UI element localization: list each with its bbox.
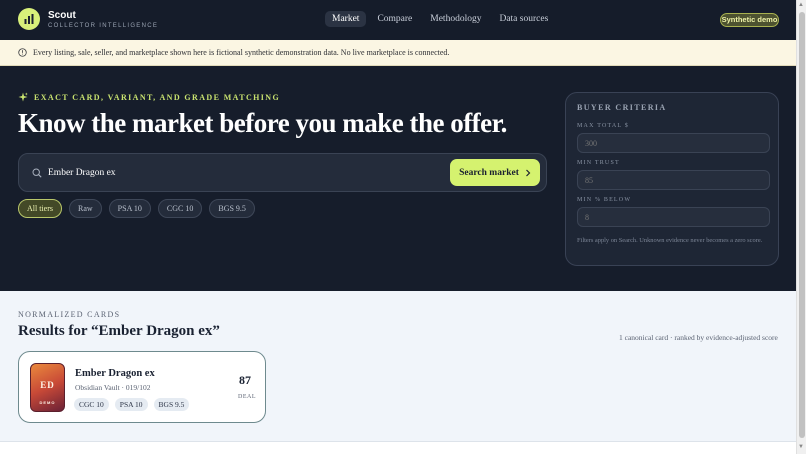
deal-score: 87 [239,373,251,387]
top-navbar: Scout COLLECTOR INTELLIGENCE Market Comp… [0,0,796,40]
min-trust-label: MIN TRUST [577,160,620,166]
chip-psa-10[interactable]: PSA 10 [108,199,151,218]
hero-headline: Know the market before you make the offe… [18,108,507,138]
grade-tier-chips: All tiers Raw PSA 10 CGC 10 BGS 9.5 [18,199,255,218]
buyer-criteria-title: BUYER CRITERIA [577,103,667,112]
demo-notice-banner: Every listing, sale, seller, and marketp… [0,40,796,66]
hero-eyebrow: EXACT CARD, VARIANT, AND GRADE MATCHING [18,92,280,102]
sparkle-icon [18,92,28,102]
bar-chart-icon-glyph [24,14,34,24]
nav-data-sources[interactable]: Data sources [492,11,555,27]
criteria-note: Filters apply on Search. Unknown evidenc… [577,237,763,244]
results-title: Results for “Ember Dragon ex” [18,323,220,339]
search-market-button-label: Search market [459,167,519,178]
min-percent-below-label: MIN % BELOW [577,197,632,203]
chip-all-tiers[interactable]: All tiers [18,199,62,218]
search-market-button[interactable]: Search market [450,159,540,186]
lower-section [0,442,796,454]
chip-raw[interactable]: Raw [69,199,102,218]
chip-cgc-10[interactable]: CGC 10 [157,199,203,218]
grade-tag: PSA 10 [114,398,148,411]
card-name: Ember Dragon ex [75,368,155,379]
chip-bgs-9-5[interactable]: BGS 9.5 [209,199,255,218]
buyer-criteria-panel: BUYER CRITERIA MAX TOTAL $ MIN TRUST MIN… [565,92,779,266]
results-meta: 1 canonical card · ranked by evidence-ad… [619,333,778,342]
search-icon [32,168,42,178]
max-total-input[interactable] [577,133,770,153]
nav-compare[interactable]: Compare [370,11,419,27]
page-scrollbar[interactable]: ▲ ▼ [796,0,806,454]
scrollbar-thumb[interactable] [799,12,805,438]
nav-methodology[interactable]: Methodology [423,11,488,27]
nav-market[interactable]: Market [325,11,367,27]
deal-score-label: DEAL [238,394,256,400]
max-total-label: MAX TOTAL $ [577,123,629,129]
hero-eyebrow-text: EXACT CARD, VARIANT, AND GRADE MATCHING [34,92,281,102]
card-set-info: Obsidian Vault · 019/102 [75,383,151,392]
info-circle-icon [18,48,27,57]
chevron-right-icon [525,169,531,176]
bar-chart-icon[interactable] [18,8,40,30]
scroll-down-arrow-icon[interactable]: ▼ [798,444,804,450]
min-trust-input[interactable] [577,170,770,190]
search-input[interactable] [48,164,438,182]
card-thumbnail-tag: DEMO [39,400,56,405]
min-percent-below-input[interactable] [577,207,770,227]
card-thumbnail: ED DEMO [30,363,65,412]
grade-tag: BGS 9.5 [153,398,190,411]
notice-text: Every listing, sale, seller, and marketp… [33,48,450,57]
brand-name[interactable]: Scout [48,10,76,21]
card-grade-tags: CGC 10 PSA 10 BGS 9.5 [74,398,190,411]
card-thumbnail-initials: ED [40,380,55,390]
grade-tag: CGC 10 [74,398,109,411]
main-nav: Market Compare Methodology Data sources [325,11,555,27]
brand-tagline: COLLECTOR INTELLIGENCE [48,23,159,29]
scroll-up-arrow-icon[interactable]: ▲ [798,2,804,8]
card-result[interactable]: ED DEMO Ember Dragon ex Obsidian Vault ·… [18,351,266,423]
synthetic-demo-badge: Synthetic demo [720,13,779,27]
results-eyebrow: NORMALIZED CARDS [18,310,121,319]
market-search-bar: Search market [18,153,547,192]
